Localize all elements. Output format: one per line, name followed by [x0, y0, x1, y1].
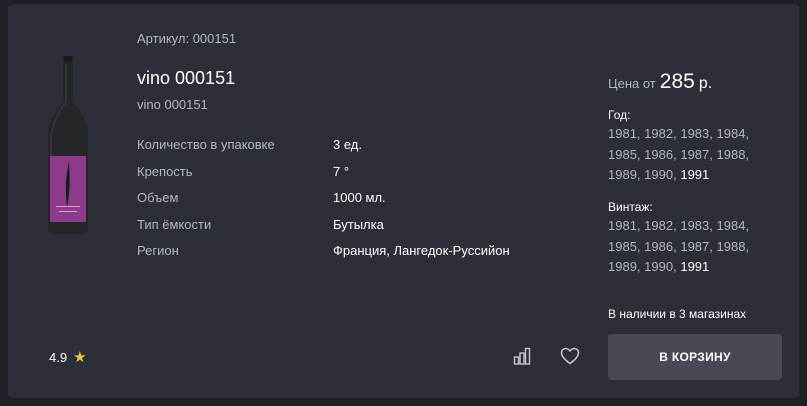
property-row-container: Тип ёмкости Бутылка — [137, 214, 577, 241]
year-value: 1982, — [644, 126, 677, 141]
add-to-cart-button[interactable]: В КОРЗИНУ — [608, 334, 782, 380]
property-label: Крепость — [137, 163, 193, 179]
vintage-value: 1981, — [608, 218, 641, 233]
property-label: Тип ёмкости — [137, 216, 212, 232]
year-value: 1985, — [608, 146, 641, 162]
wine-bottle-image[interactable] — [44, 56, 92, 236]
year-title: Год: — [608, 108, 631, 122]
price: Цена от 285 р. — [608, 70, 712, 94]
vintage-value: 1991 — [680, 259, 710, 274]
vintage-value: 1986, — [644, 238, 677, 254]
property-row-volume: Объем 1000 мл. — [137, 187, 577, 214]
price-prefix: Цена от — [608, 76, 656, 91]
stock-status: В наличии в 3 магазинах — [608, 307, 747, 321]
year-value: 1981, — [608, 126, 641, 141]
property-value: Франция, Лангедок-Руссийон — [333, 243, 510, 258]
property-label: Количество в упаковке — [137, 137, 275, 152]
year-value: 1984, — [716, 126, 750, 141]
rating: 4.9 ★ — [49, 348, 87, 366]
year-value: 1990, — [644, 167, 677, 182]
property-value: Бутылка — [333, 216, 384, 232]
vintage-title: Винтаж: — [608, 200, 653, 214]
property-value: 3 ед. — [333, 137, 362, 152]
property-label: Регион — [137, 243, 179, 258]
heart-icon[interactable] — [560, 347, 580, 365]
property-value: 1000 мл. — [333, 190, 386, 205]
product-title[interactable]: vino 000151 — [137, 68, 235, 89]
product-properties: Количество в упаковке 3 ед. Крепость 7 °… — [137, 134, 577, 267]
vintage-value: 1983, — [680, 218, 713, 233]
year-value: 1991 — [680, 167, 710, 182]
property-row-quantity: Количество в упаковке 3 ед. — [137, 134, 577, 161]
year-value: 1986, — [644, 146, 677, 162]
vintage-value: 1984, — [716, 218, 750, 233]
year-value: 1989, — [608, 167, 641, 182]
vintage-value: 1985, — [608, 238, 641, 254]
vintage-value: 1987, — [680, 238, 713, 254]
price-amount: 285 — [659, 70, 695, 93]
product-sku: Артикул: 000151 — [137, 31, 237, 46]
vintage-list: 1981, 1982, 1983, 1984, 1985, 1986, 1987… — [608, 216, 778, 278]
star-icon: ★ — [73, 349, 87, 366]
vintage-value: 1990, — [644, 259, 677, 274]
vintage-value: 1988, — [716, 238, 750, 254]
vintage-value: 1982, — [644, 218, 677, 233]
year-list: 1981, 1982, 1983, 1984, 1985, 1986, 1987… — [608, 124, 778, 186]
product-card: Артикул: 000151 vino 000151 vino 000151 … — [8, 4, 799, 398]
property-label: Объем — [137, 190, 179, 205]
property-value: 7 ° — [333, 163, 350, 179]
year-value: 1988, — [716, 146, 750, 162]
property-row-strength: Крепость 7 ° — [137, 161, 577, 188]
rating-value: 4.9 — [49, 349, 68, 365]
price-currency: р. — [698, 75, 713, 92]
year-value: 1983, — [680, 126, 713, 141]
bar-chart-icon[interactable] — [513, 347, 531, 365]
vintage-value: 1989, — [608, 259, 641, 274]
property-row-region: Регион Франция, Лангедок-Руссийон — [137, 240, 577, 267]
product-subtitle: vino 000151 — [137, 97, 208, 112]
year-value: 1987, — [680, 146, 713, 162]
